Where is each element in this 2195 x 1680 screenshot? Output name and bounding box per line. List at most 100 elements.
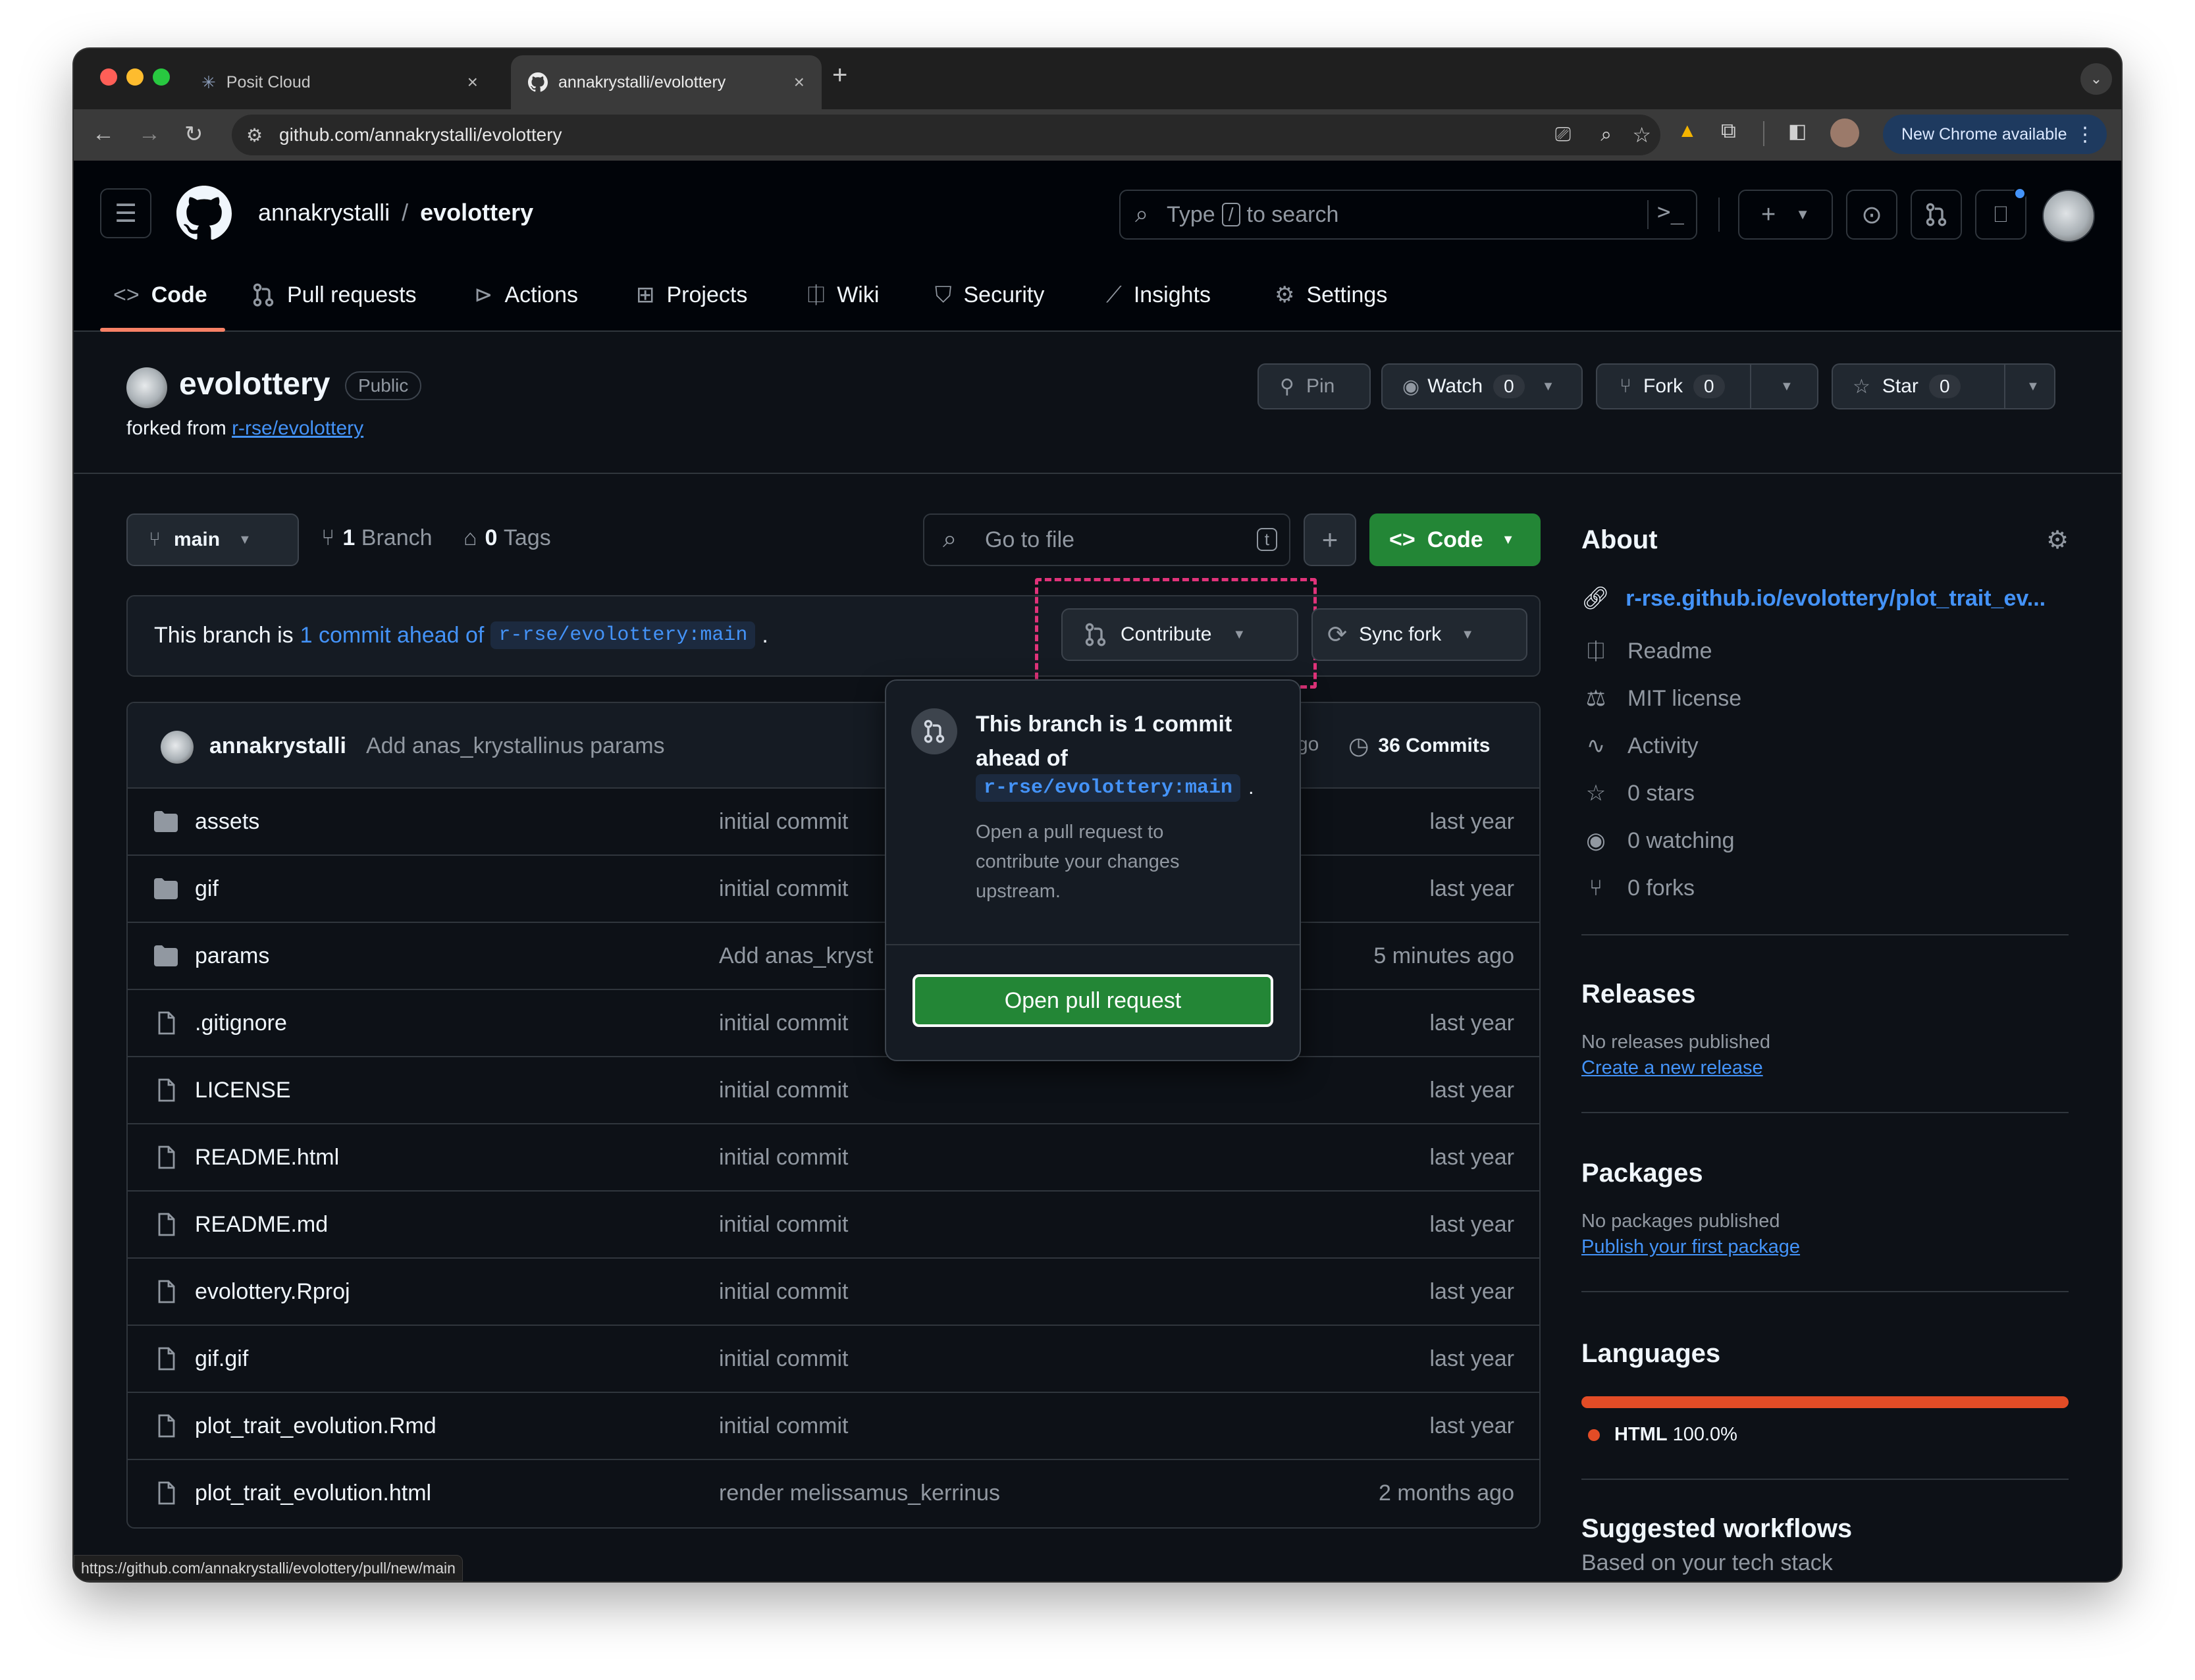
watch-button[interactable]: ◉ Watch 0 ▼	[1381, 363, 1583, 409]
tab-settings[interactable]: ⚙ Settings	[1275, 259, 1387, 330]
code-button[interactable]: <> Code ▼	[1369, 513, 1541, 566]
repo-link[interactable]: evolottery	[420, 199, 533, 226]
tab-insights[interactable]: ⟋ Insights	[1106, 259, 1211, 330]
file-row[interactable]: evolottery.Rproj initial commit last year	[126, 1257, 1541, 1325]
file-name[interactable]: evolottery.Rproj	[195, 1279, 350, 1305]
owner-link[interactable]: annakrystalli	[258, 199, 390, 226]
releases-title[interactable]: Releases	[1581, 980, 2069, 1009]
publish-package-link[interactable]: Publish your first package	[1581, 1236, 2069, 1258]
commit-author[interactable]: annakrystalli	[209, 733, 346, 759]
file-commit-message[interactable]: initial commit	[719, 876, 848, 902]
commits-ahead-link[interactable]: 1 commit ahead of	[300, 623, 485, 648]
file-row[interactable]: README.html initial commit last year	[126, 1123, 1541, 1190]
file-commit-message[interactable]: initial commit	[719, 1212, 848, 1238]
file-row[interactable]: assets initial commit last year	[126, 787, 1541, 854]
file-row[interactable]: .gitignore initial commit last year	[126, 989, 1541, 1056]
file-commit-message[interactable]: initial commit	[719, 1145, 848, 1170]
file-commit-message[interactable]: initial commit	[719, 1078, 848, 1103]
install-app-icon[interactable]: ⎚	[1555, 124, 1571, 146]
tags-link[interactable]: ⌂ 0 Tags	[463, 525, 551, 551]
bookmark-star-icon[interactable]: ☆	[1632, 122, 1651, 147]
tab-search-button[interactable]: ⌄	[2080, 63, 2112, 95]
back-arrow-icon[interactable]: ←	[92, 121, 115, 147]
tab-wiki[interactable]: ⎅ Wiki	[807, 259, 879, 330]
tab-pull-requests[interactable]: Pull requests	[251, 259, 417, 330]
close-tab-icon[interactable]: ×	[467, 72, 478, 93]
file-row[interactable]: plot_trait_evolution.html render melissam…	[126, 1459, 1541, 1526]
commit-message[interactable]: Add anas_krystallinus params	[366, 733, 665, 759]
file-row[interactable]: plot_trait_evolution.Rmd initial commit la…	[126, 1392, 1541, 1459]
maximize-window-button[interactable]	[153, 68, 170, 86]
file-commit-message[interactable]: Add anas_kryst	[719, 943, 873, 969]
packages-title[interactable]: Packages	[1581, 1159, 2069, 1188]
file-row[interactable]: README.md initial commit last year	[126, 1190, 1541, 1257]
file-commit-message[interactable]: initial commit	[719, 1011, 848, 1036]
open-pull-request-button[interactable]: Open pull request	[912, 974, 1273, 1027]
hamburger-menu-icon[interactable]: ☰	[100, 188, 151, 238]
kebab-menu-icon[interactable]: ⋮	[2075, 123, 2095, 146]
go-to-file-input[interactable]: ⌕ Go to file t	[923, 513, 1290, 566]
triangle-down-icon[interactable]: ▼	[1780, 379, 1793, 394]
about-item[interactable]: ∿ Activity	[1581, 722, 2069, 770]
triangle-down-icon[interactable]: ▼	[2026, 379, 2040, 394]
language-item-html[interactable]: HTML 100.0%	[1581, 1424, 2069, 1446]
file-row[interactable]: params Add anas_kryst 5 minutes ago	[126, 922, 1541, 989]
command-palette-icon[interactable]: >_	[1657, 199, 1684, 225]
website-link[interactable]: r-rse.github.io/evolottery/plot_trait_ev…	[1626, 586, 2046, 612]
branches-link[interactable]: ⑂ 1 Branch	[321, 525, 433, 551]
minimize-window-button[interactable]	[126, 68, 144, 86]
about-item[interactable]: ☆ 0 stars	[1581, 770, 2069, 817]
file-name[interactable]: assets	[195, 809, 259, 835]
about-item[interactable]: ⚖ MIT license	[1581, 675, 2069, 722]
file-row[interactable]: gif.gif initial commit last year	[126, 1325, 1541, 1392]
fork-button[interactable]: ⑂ Fork 0 ▼	[1596, 363, 1818, 409]
tab-code[interactable]: <> Code	[113, 259, 207, 330]
about-item[interactable]: ◉ 0 watching	[1581, 817, 2069, 864]
file-name[interactable]: LICENSE	[195, 1078, 291, 1103]
file-commit-message[interactable]: initial commit	[719, 809, 848, 835]
pull-requests-icon[interactable]	[1911, 190, 1962, 240]
github-logo-icon[interactable]	[176, 186, 232, 241]
profile-avatar[interactable]	[1830, 118, 1859, 147]
commits-history-link[interactable]: ◷ 36 Commits	[1348, 732, 1490, 760]
triangle-down-icon[interactable]: ▼	[1542, 379, 1555, 394]
branch-select-button[interactable]: ⑂ main ▼	[126, 513, 299, 566]
file-name[interactable]: plot_trait_evolution.Rmd	[195, 1413, 436, 1439]
add-file-button[interactable]: +	[1304, 513, 1356, 566]
star-button[interactable]: ☆ Star 0 ▼	[1832, 363, 2055, 409]
pin-button[interactable]: ⚲ Pin	[1257, 363, 1371, 409]
file-name[interactable]: params	[195, 943, 269, 969]
reload-icon[interactable]: ↻	[184, 121, 203, 147]
drive-extension-icon[interactable]: ▲	[1678, 120, 1697, 142]
file-name[interactable]: README.md	[195, 1212, 328, 1238]
extensions-puzzle-icon[interactable]: ⧉	[1721, 118, 1736, 144]
close-tab-icon[interactable]: ×	[794, 72, 805, 93]
file-commit-message[interactable]: initial commit	[719, 1346, 848, 1372]
new-chrome-available-button[interactable]: New Chrome available ⋮	[1883, 115, 2107, 154]
tab-projects[interactable]: ⊞ Projects	[636, 259, 747, 330]
repo-name[interactable]: evolottery	[179, 366, 330, 402]
browser-tab-github[interactable]: annakrystalli/evolottery ×	[511, 55, 822, 109]
file-row[interactable]: gif initial commit last year	[126, 854, 1541, 922]
file-commit-message[interactable]: render melissamus_kerrinus	[719, 1481, 1000, 1506]
forward-arrow-icon[interactable]: →	[138, 121, 161, 147]
file-name[interactable]: plot_trait_evolution.html	[195, 1481, 431, 1506]
zoom-icon[interactable]: ⌕	[1600, 124, 1612, 146]
file-name[interactable]: gif	[195, 876, 219, 902]
user-avatar[interactable]	[2042, 190, 2095, 242]
tab-actions[interactable]: ⊳ Actions	[474, 259, 578, 330]
forked-from-link[interactable]: r-rse/evolottery	[232, 417, 363, 439]
file-name[interactable]: README.html	[195, 1145, 339, 1170]
file-row[interactable]: LICENSE initial commit last year	[126, 1056, 1541, 1123]
new-tab-button[interactable]: +	[832, 61, 847, 90]
issues-icon[interactable]: ⊙	[1846, 190, 1897, 240]
file-name[interactable]: gif.gif	[195, 1346, 248, 1372]
create-release-link[interactable]: Create a new release	[1581, 1057, 2069, 1079]
create-new-button[interactable]: + ▼	[1738, 190, 1833, 240]
about-item[interactable]: ⎅ Readme	[1581, 627, 2069, 675]
address-bar[interactable]: ⚙ github.com/annakrystalli/evolottery ⎚ …	[232, 115, 1660, 155]
about-item[interactable]: ⑂ 0 forks	[1581, 864, 2069, 912]
global-search-input[interactable]: ⌕ Type / to search >_	[1119, 190, 1697, 240]
browser-tab-posit[interactable]: ✳ Posit Cloud ×	[184, 55, 495, 109]
tab-security[interactable]: ⛉ Security	[935, 259, 1044, 330]
